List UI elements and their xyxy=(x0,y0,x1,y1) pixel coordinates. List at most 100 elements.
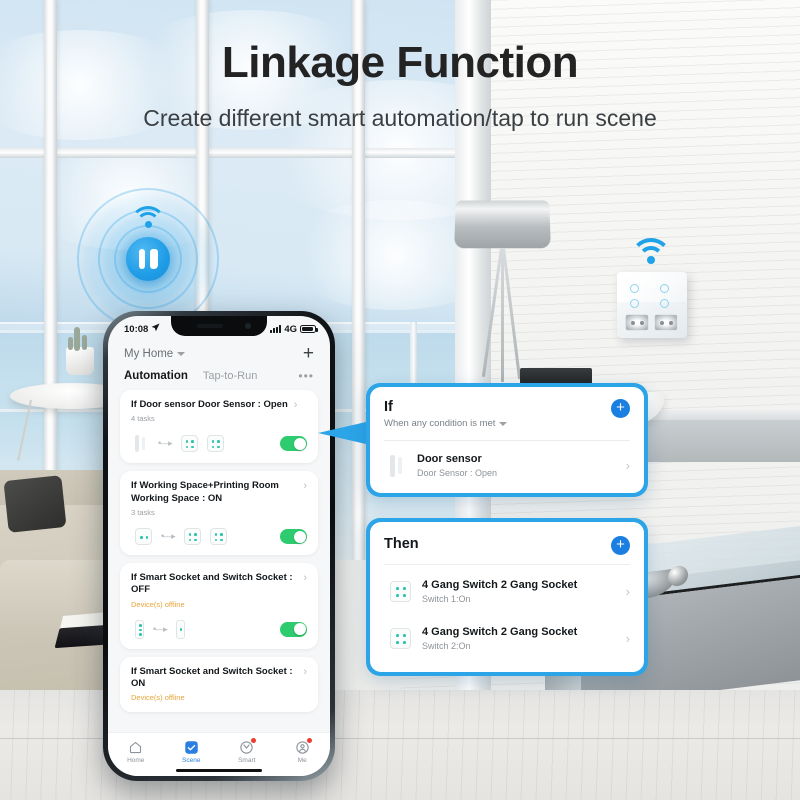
more-horizontal-icon[interactable]: ••• xyxy=(298,369,314,383)
wifi-icon xyxy=(130,206,166,228)
then-card-title: Then xyxy=(384,536,419,552)
chevron-right-icon[interactable]: › xyxy=(303,666,307,678)
floor-lamp xyxy=(454,200,551,249)
automation-card[interactable]: If Smart Socket and Switch Socket : OFF … xyxy=(120,563,318,649)
media-box xyxy=(520,368,592,384)
automation-subtitle: Device(s) offline xyxy=(131,599,185,609)
add-condition-button[interactable]: + xyxy=(611,399,630,418)
action-row[interactable]: 4 Gang Switch 2 Gang Socket Switch 1:On … xyxy=(384,565,630,606)
status-time: 10:08 xyxy=(124,323,149,335)
page-subtitle: Create different smart automation/tap to… xyxy=(143,105,657,131)
pillow xyxy=(3,475,67,533)
action-subtitle: Switch 2:On xyxy=(422,641,471,651)
phone-mockup: 10:08 4G My Home + Automation Tap-to-Run… xyxy=(103,311,335,781)
smart-clock-icon xyxy=(239,737,257,755)
cellular-signal-icon xyxy=(270,325,282,333)
door-sensor-icon xyxy=(390,454,406,478)
condition-mode-selector[interactable]: When any condition is met xyxy=(384,418,508,429)
scene-check-icon xyxy=(184,740,199,755)
gang-switch-icon xyxy=(206,435,224,453)
callout-pointer xyxy=(318,422,366,444)
tab-tap-to-run[interactable]: Tap-to-Run xyxy=(203,370,257,382)
gang-switch-icon xyxy=(390,628,411,649)
automation-subtitle: Device(s) offline xyxy=(131,693,185,703)
phone-screen: 10:08 4G My Home + Automation Tap-to-Run… xyxy=(108,316,330,776)
action-row[interactable]: 4 Gang Switch 2 Gang Socket Switch 2:On … xyxy=(384,606,630,659)
condition-title: Door sensor xyxy=(417,453,482,465)
automation-toggle[interactable] xyxy=(280,621,307,637)
automation-list: If Door sensor Door Sensor : Open 4 task… xyxy=(108,390,330,713)
if-card-title: If xyxy=(384,399,393,415)
gang-switch-icon xyxy=(180,435,198,453)
tabbar-label: Me xyxy=(297,756,307,764)
if-callout-card: If When any condition is met + Door sens… xyxy=(366,383,648,497)
condition-row[interactable]: Door sensor Door Sensor : Open › xyxy=(384,441,630,480)
wifi-icon xyxy=(630,238,672,264)
action-title: 4 Gang Switch 2 Gang Socket xyxy=(422,626,578,638)
notification-badge xyxy=(251,737,257,743)
add-automation-button[interactable]: + xyxy=(303,344,314,363)
tabbar-label: Home xyxy=(127,756,145,764)
notification-badge xyxy=(306,737,312,743)
tabbar-item-me[interactable]: Me xyxy=(275,737,331,764)
wall-switch-socket-icon xyxy=(617,272,687,338)
tab-automation[interactable]: Automation xyxy=(124,370,188,382)
automation-title: If Smart Socket and Switch Socket : OFF xyxy=(131,572,293,596)
automation-subtitle: 4 tasks xyxy=(131,414,155,424)
smart-socket-icon xyxy=(175,619,185,639)
chevron-down-icon xyxy=(499,421,508,426)
arrow-right-icon: •—▸ xyxy=(158,438,173,449)
gang-switch-icon xyxy=(390,581,411,602)
automation-card[interactable]: If Working Space+Printing Room Working S… xyxy=(120,471,318,556)
door-sensor-device-icon xyxy=(126,237,170,281)
automation-toggle[interactable] xyxy=(280,529,307,545)
home-selector[interactable]: My Home xyxy=(124,347,186,360)
chevron-right-icon[interactable]: › xyxy=(626,631,630,646)
home-name-label: My Home xyxy=(124,347,174,360)
app-header: My Home + xyxy=(108,338,330,365)
arrow-right-icon: •—▸ xyxy=(161,531,176,542)
smart-socket-icon xyxy=(135,619,144,639)
page-title: Linkage Function xyxy=(221,38,579,87)
then-callout-card: Then + 4 Gang Switch 2 Gang Socket Switc… xyxy=(366,518,648,676)
two-gang-switch-icon xyxy=(135,528,152,546)
chevron-right-icon[interactable]: › xyxy=(294,399,298,411)
condition-mode-label: When any condition is met xyxy=(384,418,496,429)
chevron-down-icon xyxy=(177,351,186,356)
add-action-button[interactable]: + xyxy=(611,536,630,555)
chevron-right-icon[interactable]: › xyxy=(626,458,630,473)
action-subtitle: Switch 1:On xyxy=(422,594,471,604)
chevron-right-icon[interactable]: › xyxy=(626,584,630,599)
status-bar: 10:08 4G xyxy=(108,316,330,338)
automation-devices-row: •—▸ xyxy=(131,619,307,639)
automation-card[interactable]: If Smart Socket and Switch Socket : ON D… xyxy=(120,656,318,713)
tabbar-item-scene[interactable]: Scene xyxy=(164,740,220,764)
automation-title: If Smart Socket and Switch Socket : ON xyxy=(131,665,293,690)
automation-devices-row: •—▸ xyxy=(131,434,307,453)
network-type: 4G xyxy=(284,323,297,335)
tabbar-label: Scene xyxy=(182,756,201,764)
plant-pot xyxy=(66,347,94,375)
battery-icon xyxy=(300,325,318,333)
arrow-right-icon: •—▸ xyxy=(153,623,168,634)
door-sensor-icon xyxy=(135,434,149,453)
action-title: 4 Gang Switch 2 Gang Socket xyxy=(422,579,578,591)
chevron-right-icon[interactable]: › xyxy=(303,480,307,492)
gang-switch-icon xyxy=(209,528,227,546)
gang-switch-icon xyxy=(183,528,201,546)
location-arrow-icon xyxy=(151,323,160,335)
home-icon xyxy=(128,740,143,755)
profile-icon xyxy=(295,737,312,755)
automation-title: If Door sensor Door Sensor : Open xyxy=(131,399,288,410)
chevron-right-icon[interactable]: › xyxy=(303,572,307,584)
condition-subtitle: Door Sensor : Open xyxy=(417,468,498,478)
tabbar-item-home[interactable]: Home xyxy=(108,740,164,764)
home-indicator xyxy=(176,768,262,772)
automation-tabs: Automation Tap-to-Run ••• xyxy=(108,365,330,390)
tabbar-item-smart[interactable]: Smart xyxy=(219,737,275,764)
automation-toggle[interactable] xyxy=(280,436,307,452)
tabbar-label: Smart xyxy=(238,756,256,764)
automation-title: If Working Space+Printing Room Working S… xyxy=(131,480,279,504)
automation-card[interactable]: If Door sensor Door Sensor : Open 4 task… xyxy=(120,390,318,464)
automation-subtitle: 3 tasks xyxy=(131,508,155,518)
